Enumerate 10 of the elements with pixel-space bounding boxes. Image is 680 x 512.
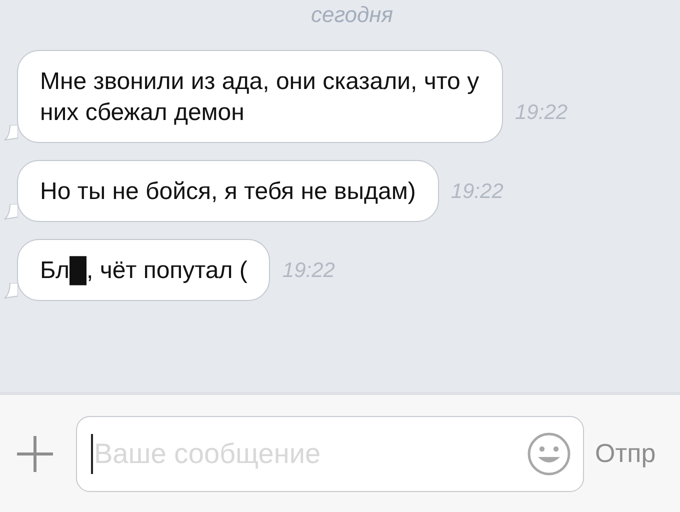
bubble-tail — [4, 283, 18, 299]
bubble-tail — [4, 204, 18, 220]
message-bubble: Мне звонили из ада, они сказали, что у них сбежал демон — [17, 50, 503, 143]
message-bubble: Бл█, чёт попутал ( — [17, 239, 270, 301]
message-bubble: Но ты не бойся, я тебя не выдам) — [17, 160, 439, 222]
send-button[interactable]: Отпр — [595, 438, 656, 469]
bubble-tail — [4, 125, 18, 141]
date-separator: сегодня — [310, 2, 394, 28]
plus-icon[interactable] — [16, 434, 54, 472]
smiley-icon[interactable] — [527, 432, 571, 476]
